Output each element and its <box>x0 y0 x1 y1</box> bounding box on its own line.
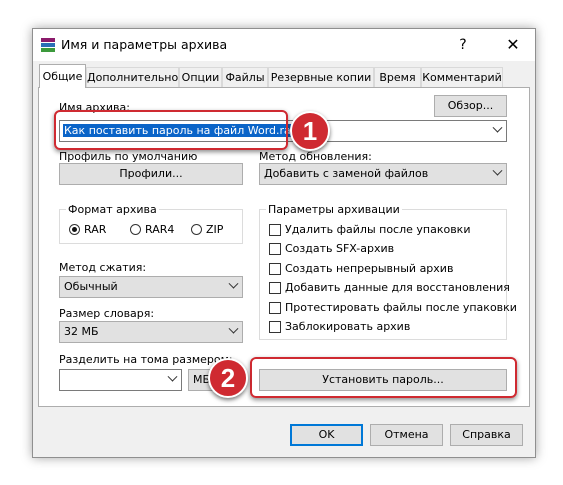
help-button[interactable]: Справка <box>450 424 523 446</box>
default-profile-label: Профиль по умолчанию <box>59 150 198 163</box>
tab-advanced[interactable]: Дополнительно <box>86 67 179 87</box>
split-volumes-input[interactable] <box>59 369 182 391</box>
compression-method-select[interactable]: Обычный <box>59 276 243 298</box>
chevron-down-icon[interactable] <box>167 371 178 382</box>
checkbox-create-sfx[interactable] <box>269 243 281 255</box>
radio-rar4-label: RAR4 <box>145 223 175 236</box>
checkbox-solid-archive-label: Создать непрерывный архив <box>285 262 454 275</box>
tab-backup[interactable]: Резервные копии <box>268 67 374 87</box>
update-method-label: Метод обновления: <box>259 150 372 163</box>
window-title: Имя и параметры архива <box>61 37 228 52</box>
checkbox-test-files-label: Протестировать файлы после упаковки <box>285 301 517 314</box>
tab-files[interactable]: Файлы <box>222 67 268 87</box>
radio-zip-label: ZIP <box>206 223 224 236</box>
radio-rar4[interactable] <box>130 224 141 235</box>
highlight-set-password <box>250 357 517 398</box>
dictionary-size-label: Размер словаря: <box>59 307 155 320</box>
checkbox-lock-archive-label: Заблокировать архив <box>285 320 411 333</box>
radio-rar-label: RAR <box>84 223 107 236</box>
checkbox-recovery-record[interactable] <box>269 282 281 294</box>
tab-general[interactable]: Общие <box>39 64 86 88</box>
checkbox-delete-files[interactable] <box>269 224 281 236</box>
tab-options[interactable]: Опции <box>179 67 222 87</box>
winrar-app-icon <box>41 38 55 52</box>
archive-options-label: Параметры архивации <box>266 203 402 216</box>
browse-button[interactable]: Обзор... <box>434 95 507 117</box>
dictionary-size-value: 32 МБ <box>64 325 99 338</box>
split-volumes-label: Разделить на тома размером: <box>59 353 233 366</box>
radio-rar[interactable] <box>69 224 80 235</box>
checkbox-lock-archive[interactable] <box>269 321 281 333</box>
chevron-down-icon <box>228 323 239 334</box>
close-icon[interactable]: ✕ <box>498 34 528 56</box>
radio-zip[interactable] <box>191 224 202 235</box>
highlight-archive-name <box>54 110 288 150</box>
tab-time[interactable]: Время <box>374 67 421 87</box>
profiles-button[interactable]: Профили... <box>59 163 243 185</box>
compression-method-value: Обычный <box>64 280 118 293</box>
checkbox-delete-files-label: Удалить файлы после упаковки <box>285 223 471 236</box>
step-badge-2: 2 <box>208 358 248 398</box>
tab-comment[interactable]: Комментарий <box>421 67 503 87</box>
update-method-select[interactable]: Добавить с заменой файлов <box>259 163 507 185</box>
chevron-down-icon <box>492 165 503 176</box>
archive-format-label: Формат архива <box>66 203 159 216</box>
update-method-value: Добавить с заменой файлов <box>264 167 429 180</box>
compression-method-label: Метод сжатия: <box>59 261 147 274</box>
help-question-button[interactable]: ? <box>448 34 478 56</box>
title-bar: Имя и параметры архива ? ✕ <box>33 29 535 61</box>
cancel-button[interactable]: Отмена <box>370 424 443 446</box>
dictionary-size-select[interactable]: 32 МБ <box>59 321 243 343</box>
chevron-down-icon[interactable] <box>492 122 503 133</box>
checkbox-recovery-record-label: Добавить данные для восстановления <box>285 281 510 294</box>
checkbox-test-files[interactable] <box>269 302 281 314</box>
step-badge-1: 1 <box>290 111 330 151</box>
ok-button[interactable]: OK <box>290 424 363 446</box>
checkbox-create-sfx-label: Создать SFX-архив <box>285 242 395 255</box>
chevron-down-icon <box>228 278 239 289</box>
checkbox-solid-archive[interactable] <box>269 263 281 275</box>
